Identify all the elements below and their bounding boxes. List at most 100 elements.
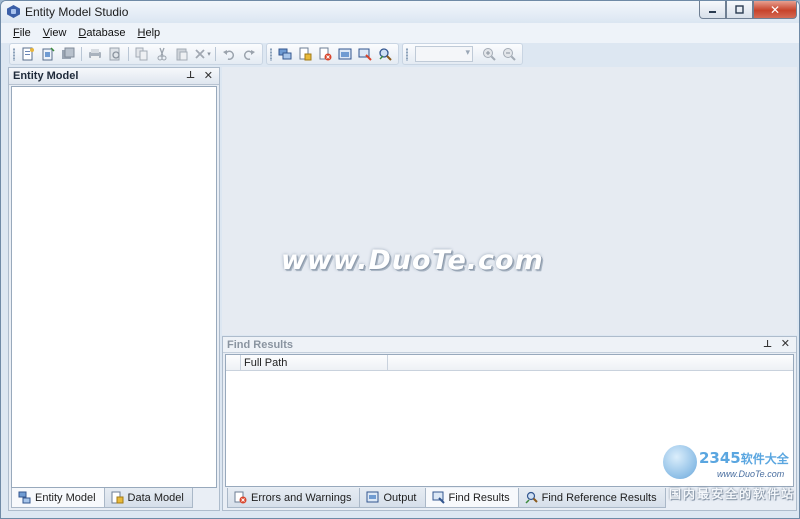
column-header-full-path[interactable]: Full Path (241, 355, 388, 370)
errors-warnings-icon (234, 491, 247, 504)
validate-icon (319, 47, 332, 61)
add-relation-button[interactable] (295, 45, 315, 63)
entity-model-panel: Entity Model ⊥ ✕ Entity Model Data Model (8, 67, 220, 511)
site-branding: 2345软件大全 www.DuoTe.com 国内最安全的软件站 (657, 441, 797, 501)
entity-model-panel-header: Entity Model ⊥ ✕ (9, 68, 219, 85)
close-button[interactable]: ✕ (753, 1, 797, 19)
add-relation-icon (299, 47, 312, 61)
tab-label: Find Results (448, 491, 510, 504)
find-reference-icon (525, 491, 538, 504)
tab-label: Data Model (127, 491, 184, 504)
column-header-blank (388, 355, 793, 370)
validate-button[interactable] (315, 45, 335, 63)
menu-database-label: atabase (86, 27, 126, 39)
menu-view-label: iew (49, 27, 67, 39)
pin-icon[interactable]: ⊥ (186, 70, 195, 81)
properties-button[interactable] (335, 45, 355, 63)
delete-button[interactable]: ▾ (192, 45, 212, 63)
brand-logo-number: 2345 (699, 449, 741, 467)
zoom-out-icon (503, 48, 516, 61)
watermark-text: www.DuoTe.com (281, 245, 544, 276)
entity-model-tree[interactable] (11, 86, 217, 488)
menu-file-mnemonic: F (13, 27, 20, 39)
undo-button[interactable] (219, 45, 239, 63)
mascot-icon (663, 445, 697, 479)
new-project-icon (22, 47, 34, 61)
save-all-button[interactable] (58, 45, 78, 63)
window-controls: ✕ (699, 1, 797, 19)
tab-output[interactable]: Output (359, 488, 426, 508)
print-button[interactable] (85, 45, 105, 63)
menu-file-label: ile (19, 27, 31, 39)
toolbar-separator (215, 47, 216, 61)
menu-view[interactable]: View (37, 23, 73, 43)
find-button[interactable] (375, 45, 395, 63)
document-workspace[interactable] (222, 67, 797, 335)
app-window: Entity Model Studio ✕ File View Database… (0, 0, 800, 519)
find-icon (379, 48, 392, 61)
tab-label: Output (383, 491, 417, 504)
grid-header: Full Path (226, 355, 793, 371)
print-icon (89, 49, 101, 60)
brand-slogan: 国内最安全的软件站 (669, 487, 796, 501)
bottom-panel-tabs: Errors and Warnings Output Find Results … (227, 488, 666, 509)
tab-find-results[interactable]: Find Results (424, 488, 519, 508)
main-toolbar: ▾ (9, 43, 526, 65)
paste-button[interactable] (172, 45, 192, 63)
print-preview-button[interactable] (105, 45, 125, 63)
close-icon: ✕ (769, 2, 781, 17)
menu-help-label: elp (145, 27, 161, 39)
cut-button[interactable] (152, 45, 172, 63)
tab-errors-warnings[interactable]: Errors and Warnings (227, 488, 361, 508)
menu-database[interactable]: Database (72, 23, 131, 43)
maximize-button[interactable] (726, 1, 753, 19)
app-logo-icon (7, 5, 20, 18)
redo-button[interactable] (239, 45, 259, 63)
grid-corner (226, 355, 241, 370)
tab-entity-model[interactable]: Entity Model (11, 488, 105, 508)
delete-icon (195, 49, 205, 59)
toolbar-group-edit: ▾ (9, 43, 263, 65)
minimize-button[interactable] (699, 1, 726, 19)
minimize-icon (709, 11, 716, 13)
properties-icon (338, 48, 352, 60)
maximize-icon (735, 5, 744, 14)
redo-icon (243, 50, 255, 60)
toolbar-separator (81, 47, 82, 61)
menu-view-mnemonic: V (42, 27, 50, 39)
copy-button[interactable] (132, 45, 152, 63)
zoom-in-button[interactable] (479, 45, 499, 63)
menu-help[interactable]: Help (132, 23, 167, 43)
open-project-button[interactable] (38, 45, 58, 63)
panel-title: Find Results (227, 338, 294, 351)
output-icon (366, 491, 379, 503)
save-all-icon (62, 47, 75, 59)
tab-label: Entity Model (35, 491, 96, 504)
zoom-in-icon (483, 48, 496, 61)
copy-icon (135, 47, 148, 61)
left-panel-tabs: Entity Model Data Model (11, 488, 193, 509)
toolbar-separator (128, 47, 129, 61)
delete-dropdown-icon: ▾ (207, 51, 211, 58)
entity-model-icon (18, 491, 31, 504)
pin-icon[interactable]: ⊥ (763, 339, 772, 350)
tab-find-reference-results[interactable]: Find Reference Results (517, 488, 666, 508)
add-entity-button[interactable] (275, 45, 295, 63)
title-bar[interactable]: Entity Model Studio ✕ (1, 1, 799, 23)
close-panel-icon[interactable]: ✕ (204, 69, 213, 82)
print-preview-icon (109, 47, 120, 61)
menu-file[interactable]: File (7, 23, 37, 43)
cut-icon (157, 47, 167, 61)
new-project-button[interactable] (18, 45, 38, 63)
generate-button[interactable] (355, 45, 375, 63)
find-results-panel-header: Find Results ⊥ ✕ (223, 337, 796, 353)
zoom-combo[interactable] (415, 46, 473, 62)
undo-icon (223, 50, 235, 60)
data-model-icon (111, 491, 124, 504)
zoom-out-button[interactable] (499, 45, 519, 63)
menu-bar: File View Database Help (1, 23, 799, 43)
close-panel-icon[interactable]: ✕ (781, 337, 790, 350)
tab-data-model[interactable]: Data Model (103, 488, 193, 508)
paste-icon (176, 48, 188, 61)
tab-label: Errors and Warnings (251, 491, 352, 504)
